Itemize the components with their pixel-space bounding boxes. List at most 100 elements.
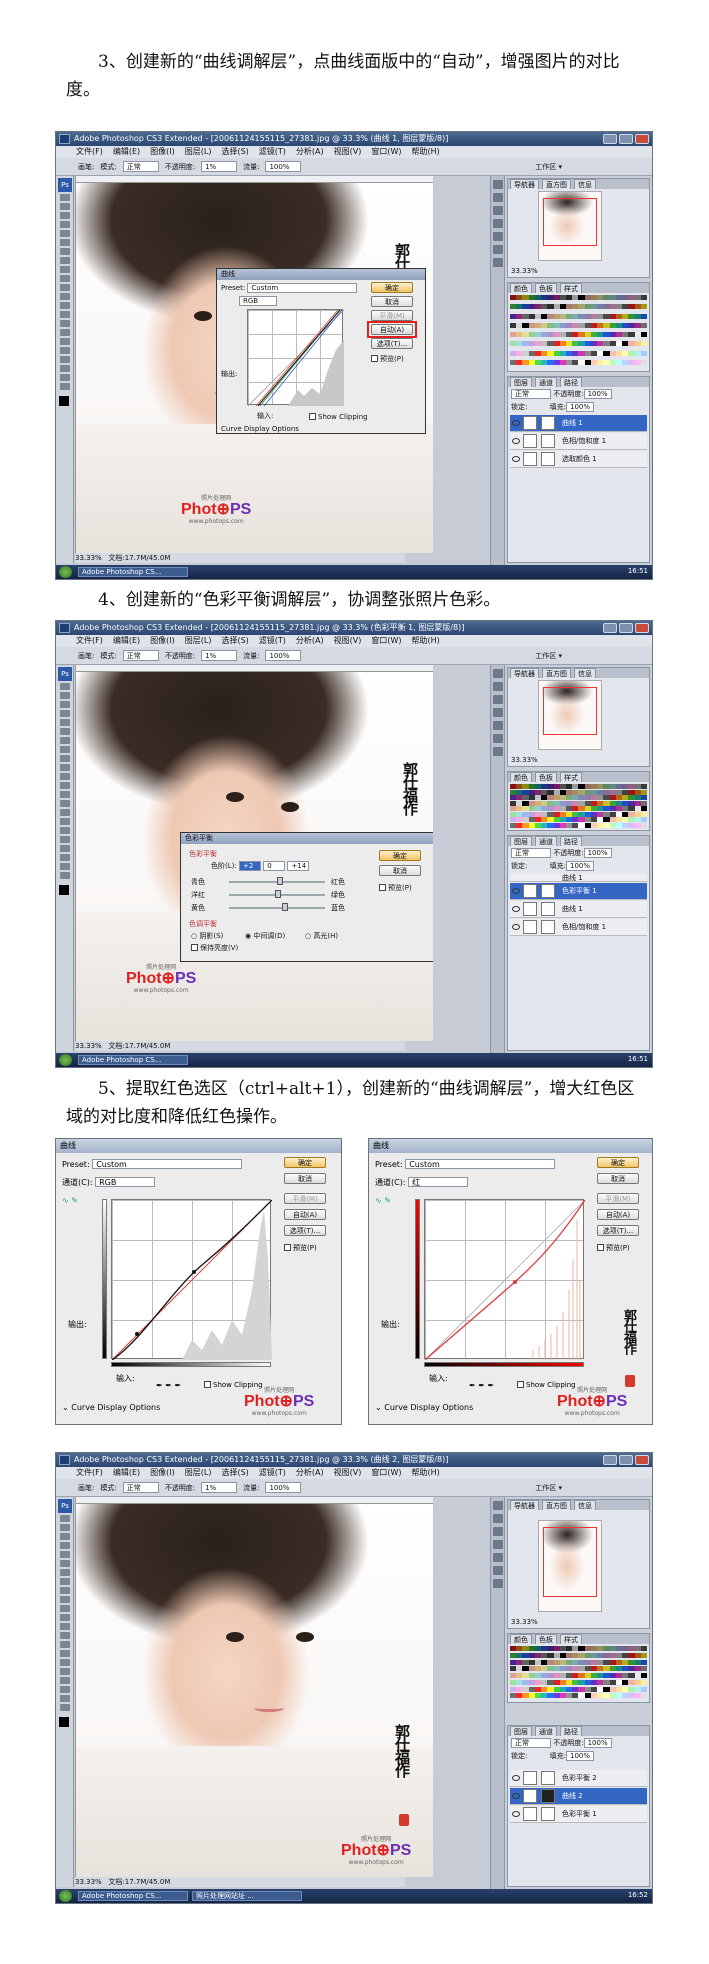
highlights-radio[interactable]: ○ 高光(H): [305, 931, 338, 941]
panel-icon[interactable]: [493, 708, 503, 717]
curve-graph[interactable]: [247, 309, 344, 406]
eye-icon[interactable]: [512, 1811, 520, 1817]
options-button[interactable]: 选项(T)...: [597, 1225, 639, 1236]
navigator-thumbnail[interactable]: [538, 191, 602, 261]
preview-checkbox[interactable]: 预览(P): [379, 883, 412, 893]
panel-icon[interactable]: [493, 193, 503, 202]
tab-layers[interactable]: 图层: [510, 1726, 532, 1736]
menu-analysis[interactable]: 分析(A): [296, 146, 324, 158]
nav-zoom[interactable]: 33.33%: [511, 756, 538, 764]
channel-select[interactable]: 红: [408, 1177, 469, 1187]
move-tool-icon[interactable]: [60, 194, 70, 201]
slice-tool-icon[interactable]: [60, 239, 70, 246]
panel-icon[interactable]: [493, 682, 503, 691]
foreground-color-icon[interactable]: [59, 396, 69, 406]
taskbar-photoshop[interactable]: Adobe Photoshop CS...: [78, 1891, 188, 1901]
tab-histogram[interactable]: 直方图: [542, 668, 571, 678]
lasso-tool-icon[interactable]: [60, 212, 70, 219]
shape-tool-icon[interactable]: [60, 1668, 70, 1675]
pen-tool-icon[interactable]: [60, 1641, 70, 1648]
slice-tool-icon[interactable]: [60, 728, 70, 735]
menu-edit[interactable]: 编辑(E): [113, 1467, 140, 1479]
workspace-menu[interactable]: 工作区 ▾: [535, 158, 562, 175]
panel-icon[interactable]: [493, 232, 503, 241]
panel-icon[interactable]: [493, 1553, 503, 1562]
tab-channels[interactable]: 通道: [535, 836, 557, 846]
flow-input[interactable]: 100%: [265, 650, 302, 661]
foreground-color-icon[interactable]: [59, 885, 69, 895]
eye-icon[interactable]: [512, 924, 520, 930]
close-icon[interactable]: [635, 1455, 649, 1465]
heal-tool-icon[interactable]: [60, 1569, 70, 1576]
tab-layers[interactable]: 图层: [510, 836, 532, 846]
tab-paths[interactable]: 路径: [560, 836, 582, 846]
type-tool-icon[interactable]: [60, 818, 70, 825]
cancel-button[interactable]: 取消: [379, 865, 421, 876]
type-tool-icon[interactable]: [60, 1650, 70, 1657]
heal-tool-icon[interactable]: [60, 737, 70, 744]
maximize-icon[interactable]: [619, 623, 633, 633]
layer-row[interactable]: 曲线 1: [510, 415, 647, 432]
menu-window[interactable]: 窗口(W): [371, 1467, 401, 1479]
start-icon[interactable]: [59, 1054, 72, 1066]
menu-view[interactable]: 视图(V): [334, 635, 362, 647]
wand-tool-icon[interactable]: [60, 1542, 70, 1549]
ok-button[interactable]: 确定: [597, 1157, 639, 1168]
stamp-tool-icon[interactable]: [60, 266, 70, 273]
panel-icon[interactable]: [493, 1527, 503, 1536]
history-brush-icon[interactable]: [60, 275, 70, 282]
tab-styles[interactable]: 样式: [560, 772, 582, 782]
layer-row[interactable]: 色彩平衡 2: [510, 1770, 647, 1787]
tab-color[interactable]: 颜色: [510, 772, 532, 782]
level-yellow-blue[interactable]: +14: [287, 861, 310, 871]
preview-checkbox[interactable]: 预览(P): [597, 1243, 630, 1253]
eye-icon[interactable]: [512, 420, 520, 426]
workspace-menu[interactable]: 工作区 ▾: [535, 1479, 562, 1496]
panel-icon[interactable]: [493, 695, 503, 704]
tab-histogram[interactable]: 直方图: [542, 1500, 571, 1510]
layer-row[interactable]: 色相/饱和度 1: [510, 433, 647, 450]
path-select-icon[interactable]: [60, 338, 70, 345]
wand-tool-icon[interactable]: [60, 221, 70, 228]
layer-fill[interactable]: 100%: [565, 861, 594, 871]
tab-swatches[interactable]: 色板: [535, 283, 557, 293]
minimize-icon[interactable]: [603, 134, 617, 144]
menu-image[interactable]: 图像(I): [150, 635, 175, 647]
show-clipping-checkbox[interactable]: Show Clipping: [309, 413, 368, 421]
tab-navigator[interactable]: 导航器: [510, 668, 539, 678]
menu-select[interactable]: 选择(S): [221, 146, 248, 158]
menu-layer[interactable]: 图层(L): [185, 146, 212, 158]
options-button[interactable]: 选项(T)...: [371, 338, 413, 349]
preview-checkbox[interactable]: 预览(P): [284, 1243, 317, 1253]
move-tool-icon[interactable]: [60, 683, 70, 690]
layer-row[interactable]: 选取颜色 1: [510, 451, 647, 468]
curve-tool-icons[interactable]: ∿ ✎: [62, 1196, 78, 1205]
lasso-tool-icon[interactable]: [60, 701, 70, 708]
ok-button[interactable]: 确定: [284, 1157, 326, 1168]
type-tool-icon[interactable]: [60, 329, 70, 336]
shape-tool-icon[interactable]: [60, 347, 70, 354]
eye-icon[interactable]: [512, 1775, 520, 1781]
curve-display-options[interactable]: Curve Display Options: [221, 425, 299, 433]
menu-select[interactable]: 选择(S): [221, 1467, 248, 1479]
tab-navigator[interactable]: 导航器: [510, 1500, 539, 1510]
shadows-radio[interactable]: ○ 阴影(S): [191, 931, 223, 941]
layer-row[interactable]: 曲线 1: [510, 901, 647, 918]
gradient-tool-icon[interactable]: [60, 1614, 70, 1621]
history-brush-icon[interactable]: [60, 1596, 70, 1603]
swatch-grid[interactable]: [510, 1646, 647, 1700]
panel-icon[interactable]: [493, 734, 503, 743]
panel-icon[interactable]: [493, 206, 503, 215]
channel-select[interactable]: RGB: [95, 1177, 156, 1187]
menu-file[interactable]: 文件(F): [76, 635, 103, 647]
marquee-tool-icon[interactable]: [60, 1524, 70, 1531]
gradient-tool-icon[interactable]: [60, 293, 70, 300]
panel-icon[interactable]: [493, 721, 503, 730]
tab-info[interactable]: 信息: [574, 1500, 596, 1510]
dodge-tool-icon[interactable]: [60, 800, 70, 807]
menu-image[interactable]: 图像(I): [150, 146, 175, 158]
opacity-input[interactable]: 1%: [201, 1482, 238, 1493]
curve-display-options[interactable]: ⌄ Curve Display Options: [375, 1403, 473, 1412]
smooth-button[interactable]: 平滑(M): [284, 1193, 326, 1204]
cancel-button[interactable]: 取消: [284, 1173, 326, 1184]
